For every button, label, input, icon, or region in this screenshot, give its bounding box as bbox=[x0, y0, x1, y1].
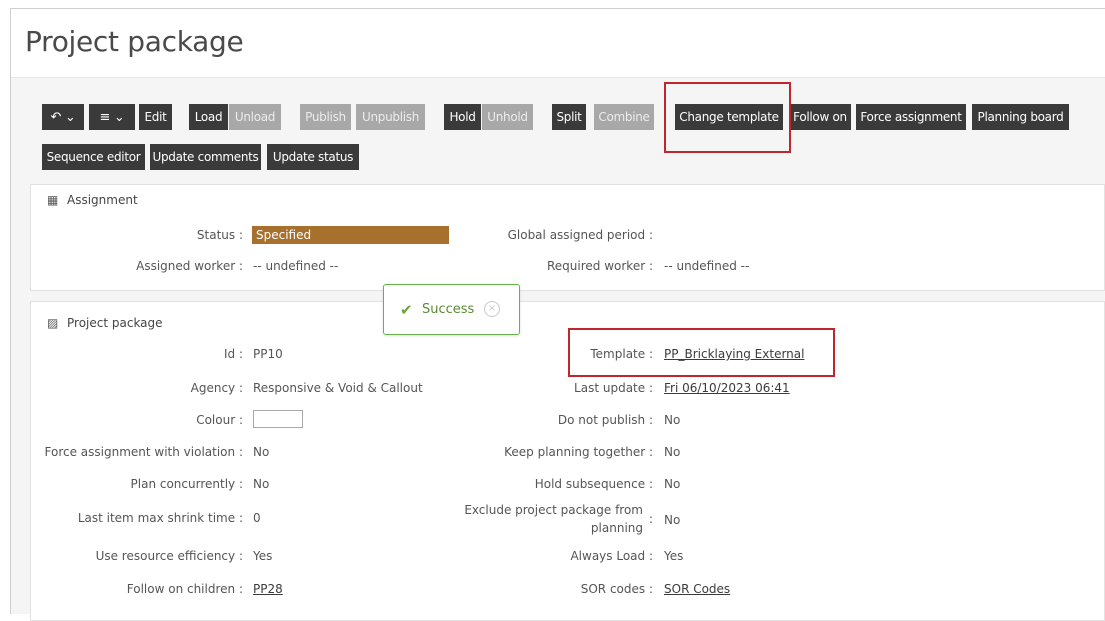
force-assignment-violation-label: Force assignment with violation : bbox=[44, 445, 243, 459]
calendar-icon: ▦ bbox=[47, 193, 59, 207]
sor-codes-label: SOR codes : bbox=[580, 582, 653, 596]
force-assignment-violation-value: No bbox=[253, 445, 270, 459]
last-item-max-shrink-value: 0 bbox=[253, 511, 261, 525]
exclude-package-colon: : bbox=[648, 512, 653, 526]
required-worker-value: -- undefined -- bbox=[664, 259, 750, 273]
last-update-label: Last update : bbox=[574, 381, 653, 395]
toast-message: Success bbox=[422, 302, 475, 317]
follow-on-button[interactable]: Follow on bbox=[789, 104, 851, 130]
colour-label: Colour : bbox=[196, 413, 243, 427]
sor-codes-link[interactable]: SOR Codes bbox=[664, 582, 730, 596]
colour-swatch[interactable] bbox=[253, 410, 303, 428]
page-title: Project package bbox=[25, 25, 244, 58]
title-bar: Project package bbox=[11, 9, 1105, 78]
undo-icon: ↶ ⌄ bbox=[50, 110, 76, 125]
package-icon: ▨ bbox=[47, 316, 59, 330]
split-button[interactable]: Split bbox=[552, 104, 586, 130]
do-not-publish-value: No bbox=[664, 413, 681, 427]
do-not-publish-label: Do not publish : bbox=[557, 413, 653, 427]
sequence-editor-button[interactable]: Sequence editor bbox=[42, 144, 145, 170]
menu-icon: ≡ ⌄ bbox=[99, 110, 125, 125]
follow-on-children-link[interactable]: PP28 bbox=[253, 582, 283, 596]
exclude-package-value: No bbox=[664, 513, 681, 527]
use-resource-efficiency-label: Use resource efficiency : bbox=[95, 549, 243, 563]
use-resource-efficiency-value: Yes bbox=[253, 549, 273, 563]
follow-on-children-label: Follow on children : bbox=[126, 582, 243, 596]
undo-dropdown-button[interactable]: ↶ ⌄ bbox=[42, 104, 84, 130]
agency-value: Responsive & Void & Callout bbox=[253, 381, 423, 395]
last-update-link[interactable]: Fri 06/10/2023 06:41 bbox=[664, 381, 790, 395]
unpublish-button[interactable]: Unpublish bbox=[356, 104, 425, 130]
keep-planning-together-value: No bbox=[664, 445, 681, 459]
exclude-package-label-line2: planning bbox=[590, 521, 643, 535]
unload-button[interactable]: Unload bbox=[229, 104, 281, 130]
success-toast: ✔ Success × bbox=[383, 284, 520, 335]
highlight-template bbox=[568, 328, 835, 377]
status-label: Status : bbox=[196, 228, 243, 242]
agency-label: Agency : bbox=[190, 381, 243, 395]
check-icon: ✔ bbox=[400, 301, 413, 319]
keep-planning-together-label: Keep planning together : bbox=[504, 445, 653, 459]
id-label: Id : bbox=[223, 347, 243, 361]
unhold-button[interactable]: Unhold bbox=[482, 104, 533, 130]
id-value: PP10 bbox=[253, 347, 283, 361]
plan-concurrently-label: Plan concurrently : bbox=[130, 477, 243, 491]
plan-concurrently-value: No bbox=[253, 477, 270, 491]
hold-subsequence-label: Hold subsequence : bbox=[534, 477, 653, 491]
load-button[interactable]: Load bbox=[189, 104, 228, 130]
always-load-label: Always Load : bbox=[570, 549, 653, 563]
planning-board-button[interactable]: Planning board bbox=[972, 104, 1069, 130]
assignment-heading: ▦ Assignment bbox=[47, 193, 138, 207]
always-load-value: Yes bbox=[664, 549, 684, 563]
required-worker-label: Required worker : bbox=[546, 259, 653, 273]
publish-button[interactable]: Publish bbox=[300, 104, 351, 130]
hold-button[interactable]: Hold bbox=[444, 104, 481, 130]
force-assignment-button[interactable]: Force assignment bbox=[856, 104, 966, 130]
close-icon[interactable]: × bbox=[484, 301, 500, 317]
update-status-button[interactable]: Update status bbox=[267, 144, 359, 170]
combine-button[interactable]: Combine bbox=[594, 104, 654, 130]
project-package-heading: ▨ Project package bbox=[47, 316, 163, 330]
update-comments-button[interactable]: Update comments bbox=[150, 144, 261, 170]
exclude-package-label: Exclude project package from bbox=[464, 503, 643, 517]
last-item-max-shrink-label: Last item max shrink time : bbox=[77, 511, 243, 525]
highlight-change-template bbox=[664, 82, 791, 153]
edit-button[interactable]: Edit bbox=[139, 104, 172, 130]
hold-subsequence-value: No bbox=[664, 477, 681, 491]
assigned-worker-value: -- undefined -- bbox=[253, 259, 339, 273]
global-assigned-period-label: Global assigned period : bbox=[507, 228, 653, 242]
assigned-worker-label: Assigned worker : bbox=[136, 259, 243, 273]
menu-dropdown-button[interactable]: ≡ ⌄ bbox=[89, 104, 135, 130]
